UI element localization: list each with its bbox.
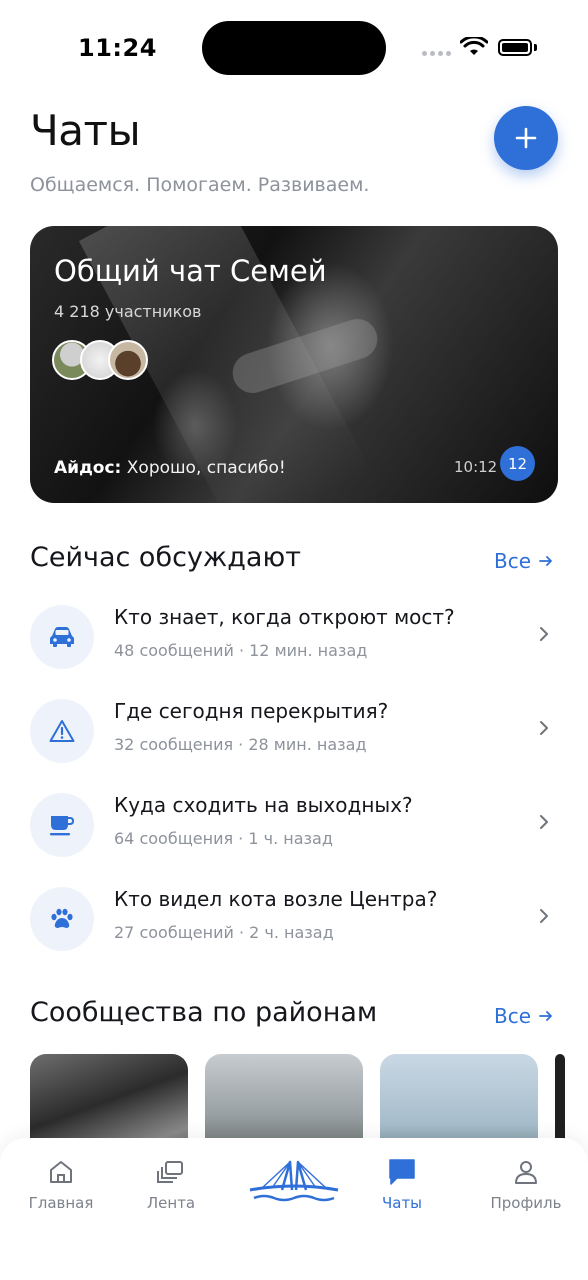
list-item[interactable]: Кто знает, когда откроют мост? 48 сообще… — [30, 597, 558, 677]
district-card[interactable] — [380, 1054, 538, 1144]
topic-title: Кто видел кота возле Центра? — [114, 887, 438, 911]
battery-tip — [534, 44, 537, 51]
cellular-icon — [422, 51, 451, 56]
tab-home[interactable]: Главная — [6, 1156, 116, 1212]
coffee-icon — [30, 793, 94, 857]
status-bar: 11:24 — [0, 0, 588, 96]
chevron-right-icon — [540, 721, 548, 735]
tab-chats[interactable]: Чаты — [347, 1156, 457, 1212]
arrow-right-icon — [539, 556, 552, 566]
topic-meta: 27 сообщений · 2 ч. назад — [114, 923, 334, 942]
district-carousel[interactable] — [30, 1054, 588, 1144]
topic-meta: 64 сообщения · 1 ч. назад — [114, 829, 333, 848]
tab-profile[interactable]: Профиль — [471, 1156, 581, 1212]
tab-label: Профиль — [490, 1194, 562, 1212]
districts-title: Сообщества по районам — [30, 997, 378, 1028]
discussions-title: Сейчас обсуждают — [30, 542, 301, 573]
topic-title: Кто знает, когда откроют мост? — [114, 605, 455, 629]
list-item[interactable]: Где сегодня перекрытия? 32 сообщения · 2… — [30, 691, 558, 771]
paw-icon — [30, 887, 94, 951]
page-subtitle: Общаемся. Помогаем. Развиваем. — [30, 174, 370, 196]
chat-icon — [347, 1156, 457, 1188]
chevron-right-icon — [540, 627, 548, 641]
topic-meta: 32 сообщения · 28 мин. назад — [114, 735, 367, 754]
profile-icon — [471, 1156, 581, 1188]
member-avatars — [52, 340, 148, 380]
featured-chat-card[interactable]: Общий чат Семей 4 218 участников Айдос: … — [30, 226, 558, 503]
bridge-logo[interactable] — [248, 1156, 340, 1206]
district-card[interactable] — [555, 1054, 565, 1144]
featured-chat-title: Общий чат Семей — [54, 254, 327, 288]
tab-bar: Главная Лента Чаты Профиль — [0, 1138, 588, 1280]
districts-all-link[interactable]: Все — [494, 1004, 553, 1028]
tab-label: Чаты — [381, 1194, 423, 1212]
tab-label: Лента — [146, 1194, 196, 1212]
discussions-all-label: Все — [494, 549, 532, 573]
topic-title: Куда сходить на выходных? — [114, 793, 413, 817]
battery-icon — [498, 39, 532, 56]
chevron-right-icon — [540, 909, 548, 923]
list-item[interactable]: Кто видел кота возле Центра? 27 сообщени… — [30, 879, 558, 959]
last-message-time: 10:12 — [454, 458, 498, 476]
car-icon — [30, 605, 94, 669]
district-card[interactable] — [205, 1054, 363, 1144]
tab-label: Главная — [28, 1194, 94, 1212]
featured-chat-members: 4 218 участников — [54, 302, 202, 321]
status-time: 11:24 — [78, 34, 157, 62]
wifi-icon — [460, 37, 488, 55]
tab-feed[interactable]: Лента — [116, 1156, 226, 1212]
topic-title: Где сегодня перекрытия? — [114, 699, 389, 723]
list-item[interactable]: Куда сходить на выходных? 64 сообщения ·… — [30, 785, 558, 865]
chevron-right-icon — [540, 815, 548, 829]
last-message-text: Хорошо, спасибо! — [126, 458, 286, 478]
feed-icon — [116, 1156, 226, 1188]
dynamic-island — [202, 21, 386, 75]
discussions-all-link[interactable]: Все — [494, 549, 553, 573]
topic-meta: 48 сообщений · 12 мин. назад — [114, 641, 368, 660]
home-icon — [6, 1156, 116, 1188]
districts-all-label: Все — [494, 1004, 532, 1028]
district-card[interactable] — [30, 1054, 188, 1144]
plus-icon — [515, 127, 537, 149]
avatar — [108, 340, 148, 380]
unread-badge: 12 — [500, 446, 535, 481]
warning-icon — [30, 699, 94, 763]
last-message: Айдос: Хорошо, спасибо! — [54, 458, 286, 478]
page-title: Чаты — [30, 106, 141, 155]
arrow-right-icon — [539, 1011, 552, 1021]
last-message-author: Айдос: — [54, 458, 122, 478]
new-chat-button[interactable] — [494, 106, 558, 170]
